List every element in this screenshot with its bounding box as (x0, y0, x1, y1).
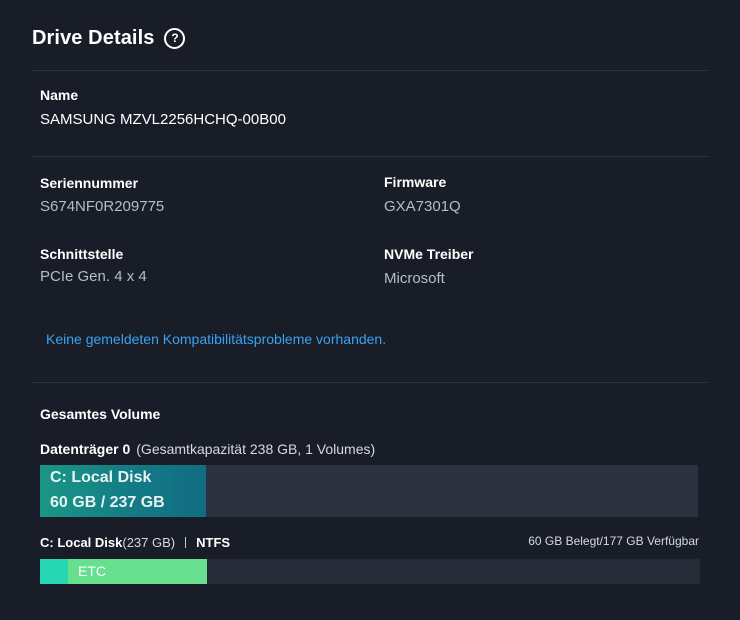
drive-details-panel: Drive Details ? Name SAMSUNG MZVL2256HCH… (0, 0, 740, 620)
divider (32, 382, 708, 383)
disk-capacity: (Gesamtkapazität 238 GB, 1 Volumes) (136, 441, 376, 457)
name-label: Name (40, 87, 79, 103)
divider (32, 70, 708, 71)
driver-value: Microsoft (384, 270, 445, 287)
partition-usage-bar: ETC (40, 559, 700, 584)
serial-label: Seriennummer (40, 175, 139, 191)
name-value: SAMSUNG MZVL2256HCHQ-00B00 (40, 111, 286, 128)
driver-label: NVMe Treiber (384, 246, 474, 262)
compatibility-notice: Keine gemeldeten Kompatibilitätsprobleme… (46, 331, 387, 347)
segment-etc-label: ETC (78, 563, 106, 579)
firmware-label: Firmware (384, 174, 447, 190)
usage-summary: 60 GB Belegt/177 GB Verfügbar (528, 534, 699, 548)
volume-size: 60 GB / 237 GB (50, 494, 165, 511)
help-icon[interactable]: ? (164, 27, 186, 49)
filesystem-label: NTFS (196, 535, 231, 550)
disk-heading: Datenträger 0 (Gesamtkapazität 238 GB, 1 … (40, 441, 375, 457)
header: Drive Details ? (32, 22, 186, 54)
volume-name: C: Local Disk (50, 469, 152, 486)
page-title: Drive Details (32, 26, 155, 49)
disk-name: Datenträger 0 (40, 441, 131, 457)
interface-label: Schnittstelle (40, 246, 124, 262)
volume-c-block[interactable]: C: Local Disk 60 GB / 237 GB (40, 465, 206, 517)
serial-value: S674NF0R209775 (40, 198, 165, 215)
segment-system[interactable] (40, 559, 68, 584)
volume-bar: C: Local Disk 60 GB / 237 GB (40, 465, 698, 517)
volume-section-label: Gesamtes Volume (40, 406, 161, 422)
segment-etc[interactable]: ETC (68, 559, 207, 584)
separator (185, 537, 187, 548)
firmware-value: GXA7301Q (384, 198, 461, 215)
partition-size: (237 GB) (122, 535, 176, 550)
partition-name: C: Local Disk (40, 535, 123, 550)
divider (32, 156, 708, 157)
interface-value: PCIe Gen. 4 x 4 (40, 268, 147, 285)
partition-heading: C: Local Disk (237 GB) NTFS (40, 535, 230, 550)
